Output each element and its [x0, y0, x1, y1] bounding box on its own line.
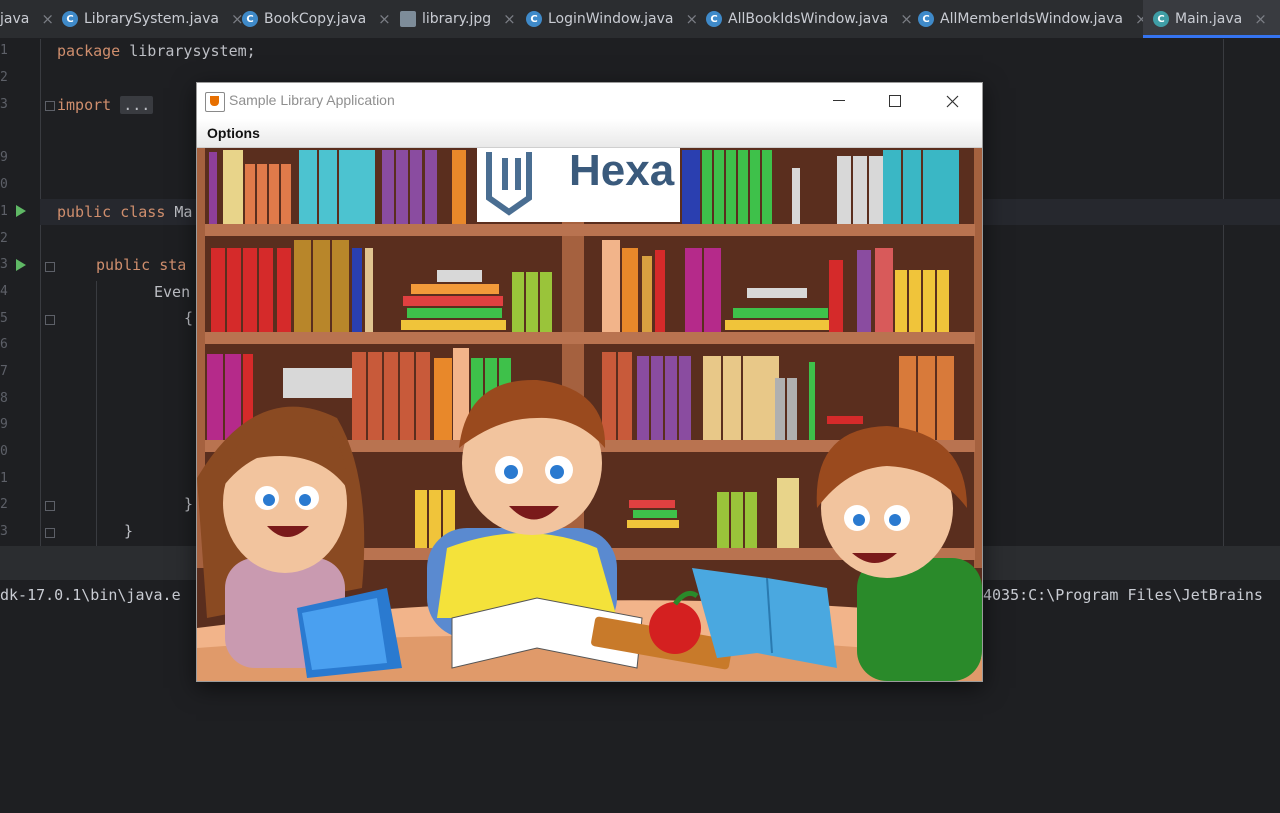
tab-label: LoginWindow.java	[548, 11, 674, 27]
tab-label: library.jpg	[422, 11, 492, 27]
library-app-window[interactable]: Sample Library Application Options Hexa	[196, 82, 983, 682]
line-number: 1	[0, 471, 8, 486]
line-number: 1	[0, 204, 8, 219]
code-brace-close: }	[124, 522, 134, 540]
code-line-import[interactable]: import ...	[57, 96, 154, 114]
right-margin-guide	[1223, 39, 1224, 546]
tab-allmemberidswindow[interactable]: C AllMemberIdsWindow.java ×	[918, 0, 1148, 38]
tab-label: AllMemberIdsWindow.java	[940, 11, 1123, 27]
tab-allbookidswindow[interactable]: C AllBookIdsWindow.java ×	[706, 0, 913, 38]
java-class-icon: C	[62, 11, 78, 27]
tab-label: BookCopy.java	[264, 11, 367, 27]
bookcase-side	[974, 148, 982, 568]
fold-icon[interactable]	[45, 501, 55, 511]
line-number: 9	[0, 417, 8, 432]
apple	[649, 602, 701, 654]
java-class-icon: C	[706, 11, 722, 27]
indent-guide	[96, 281, 97, 546]
close-tab-icon[interactable]: ×	[900, 10, 913, 28]
code-line-event[interactable]: Even	[154, 283, 190, 301]
fold-icon[interactable]	[45, 315, 55, 325]
close-tab-icon[interactable]: ×	[503, 10, 516, 28]
line-number: 5	[0, 311, 8, 326]
tab-label: AllBookIdsWindow.java	[728, 11, 889, 27]
code-brace-open: {	[184, 309, 194, 327]
minimize-icon[interactable]	[811, 83, 867, 119]
run-gutter-icon[interactable]	[16, 205, 26, 217]
run-gutter-icon[interactable]	[16, 259, 26, 271]
console-command-left: dk-17.0.1\bin\java.e	[0, 586, 181, 604]
tab-librarysystem[interactable]: C LibrarySystem.java ×	[62, 0, 244, 38]
menu-bar: Options	[197, 119, 982, 148]
code-line-class[interactable]: public class Ma	[57, 203, 192, 221]
line-number: 7	[0, 364, 8, 379]
close-tab-icon[interactable]: ×	[378, 10, 391, 28]
tab-library-jpg[interactable]: library.jpg ×	[400, 0, 516, 38]
close-tab-icon[interactable]: ×	[1254, 10, 1267, 28]
tab-label: java	[0, 11, 30, 27]
tab-main[interactable]: C Main.java ×	[1143, 0, 1280, 38]
active-tab-underline	[1143, 35, 1280, 38]
java-app-icon	[205, 92, 225, 112]
fold-icon[interactable]	[45, 262, 55, 272]
code-line-method[interactable]: public sta	[96, 256, 186, 274]
maximize-icon[interactable]	[867, 83, 923, 119]
tab-java-partial[interactable]: java ×	[0, 0, 54, 38]
fold-icon[interactable]	[45, 101, 55, 111]
line-number: 1	[0, 43, 8, 58]
hexa-logo-text: Hexa	[569, 148, 675, 195]
line-number: 3	[0, 97, 8, 112]
java-class-icon: C	[918, 11, 934, 27]
java-class-icon: C	[242, 11, 258, 27]
tab-loginwindow[interactable]: C LoginWindow.java ×	[526, 0, 698, 38]
java-main-class-icon: C	[1153, 11, 1169, 27]
tab-bookcopy[interactable]: C BookCopy.java ×	[242, 0, 391, 38]
console-command-right: 4035:C:\Program Files\JetBrains	[983, 586, 1263, 604]
editor-tab-bar: java × C LibrarySystem.java × C BookCopy…	[0, 0, 1280, 39]
shelf	[205, 332, 975, 344]
line-number: 2	[0, 70, 8, 85]
line-number: 4	[0, 284, 8, 299]
line-number: 9	[0, 150, 8, 165]
line-number: 0	[0, 444, 8, 459]
tab-label: LibrarySystem.java	[84, 11, 219, 27]
tab-label: Main.java	[1175, 11, 1243, 27]
window-title-bar[interactable]: Sample Library Application	[197, 83, 982, 119]
gutter-separator	[40, 39, 41, 546]
code-brace-close: }	[184, 495, 194, 513]
collapsed-imports[interactable]: ...	[120, 96, 154, 114]
close-icon[interactable]	[924, 83, 980, 119]
line-number: 0	[0, 177, 8, 192]
line-number: 2	[0, 497, 8, 512]
line-number: 8	[0, 391, 8, 406]
line-number: 3	[0, 524, 8, 539]
line-number: 3	[0, 257, 8, 272]
shelf	[205, 224, 975, 236]
library-illustration: Hexa	[197, 148, 982, 681]
line-number: 2	[0, 231, 8, 246]
menu-options[interactable]: Options	[207, 125, 260, 141]
window-title: Sample Library Application	[229, 92, 395, 108]
line-number: 6	[0, 337, 8, 352]
image-file-icon	[400, 11, 416, 27]
close-tab-icon[interactable]: ×	[685, 10, 698, 28]
code-line-package[interactable]: package librarysystem;	[57, 42, 256, 60]
java-class-icon: C	[526, 11, 542, 27]
fold-icon[interactable]	[45, 528, 55, 538]
close-tab-icon[interactable]: ×	[41, 10, 54, 28]
